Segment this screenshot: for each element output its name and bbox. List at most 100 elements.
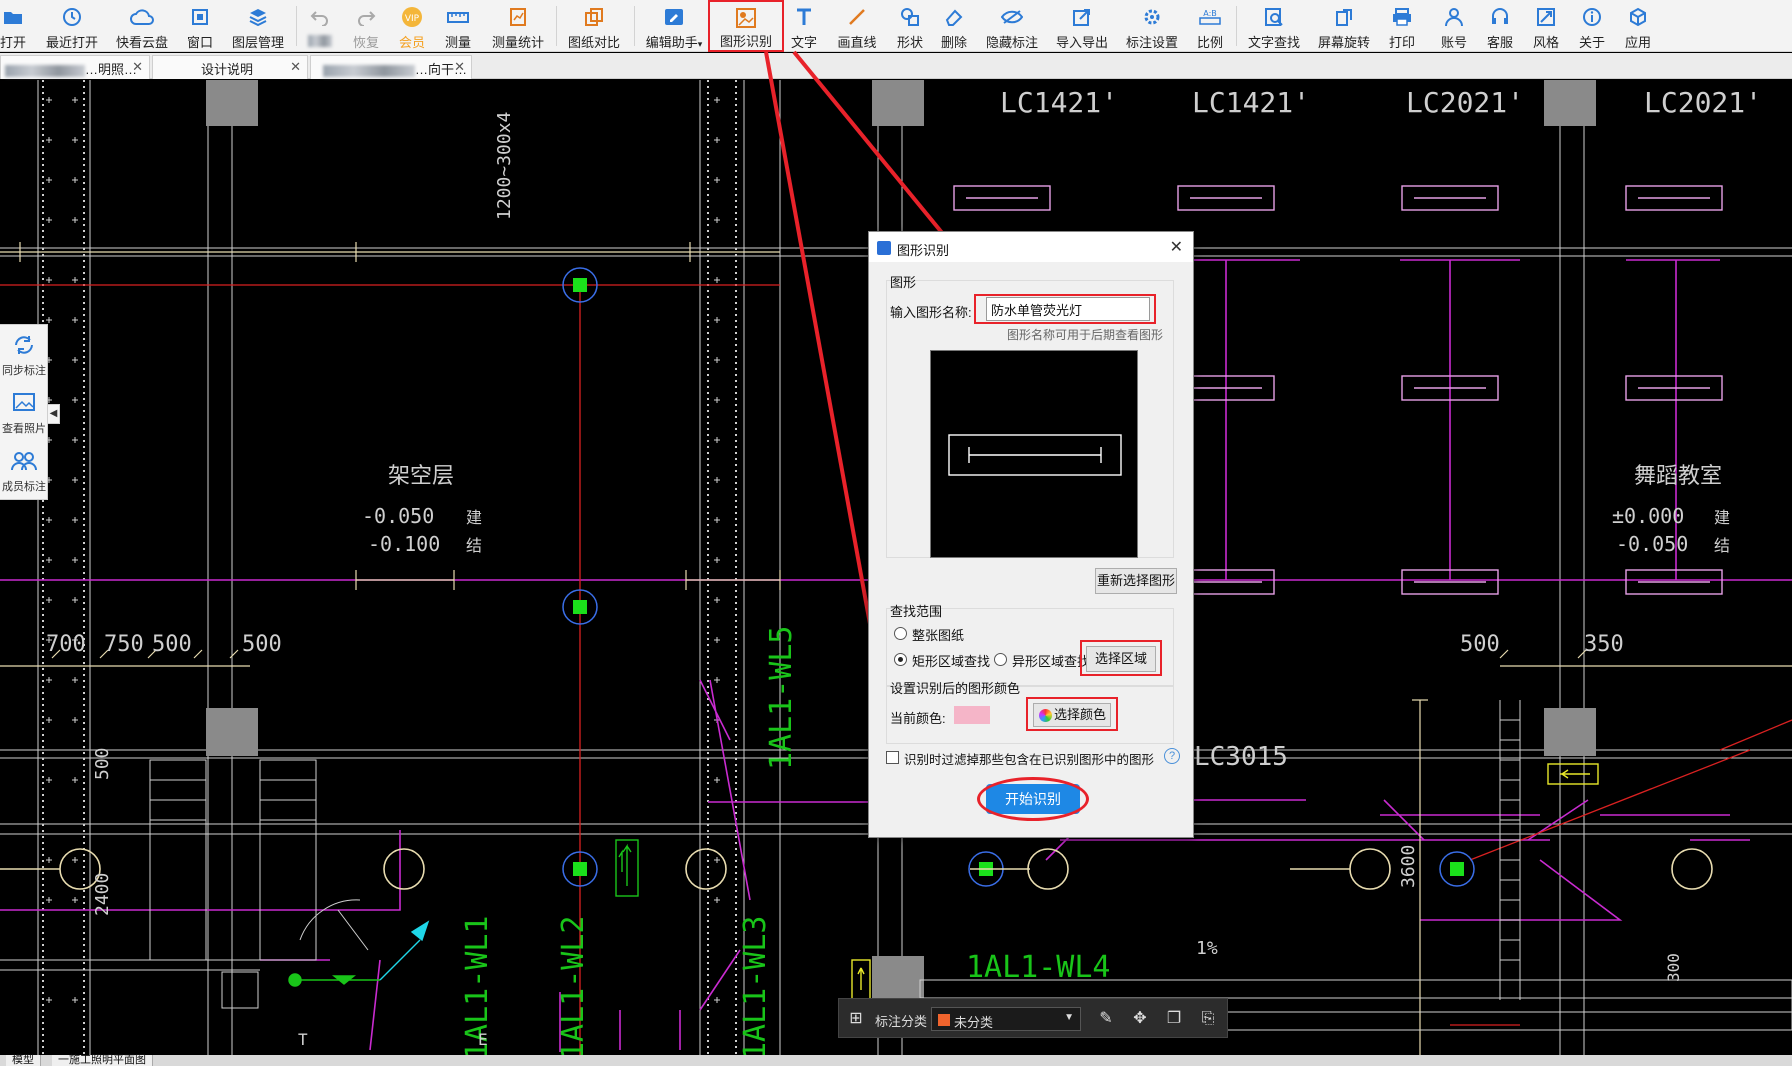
toolbar-text-button[interactable]: 文字 <box>790 0 818 52</box>
tab-drawing-1[interactable]: …明照… ✕ <box>0 55 150 79</box>
toolbar-open-button[interactable]: 打开 <box>0 0 26 52</box>
vip-icon: VIP <box>399 4 425 30</box>
toolbar-scale-button[interactable]: A:B 比例 <box>1196 0 1224 52</box>
toolbar-about-button[interactable]: 关于 <box>1578 0 1606 52</box>
text-search-icon <box>1261 4 1287 30</box>
toolbar-window-button[interactable]: 窗口 <box>186 0 214 52</box>
folder-open-icon <box>0 4 26 30</box>
toolbar-separator <box>1236 6 1237 46</box>
main-toolbar: 打开 最近打开 快看云盘 窗口 图层管理 恢复 VIP 会员 测量 测量统计 图… <box>0 0 1792 52</box>
search-scope-title: 查找范围 <box>890 604 943 619</box>
toolbar-cloud-button[interactable]: 快看云盘 <box>114 0 170 52</box>
cad-elevation-2a: ±0.000 <box>1612 504 1685 528</box>
tab-drawing-3[interactable]: …向干… ✕ <box>310 55 472 79</box>
annotation-settings-icon <box>1139 4 1165 30</box>
dialog-title: 图形识别 <box>897 243 950 258</box>
cad-window-label-lc1: LC1421' <box>1000 86 1119 119</box>
import-export-icon <box>1069 4 1095 30</box>
eraser-icon <box>941 4 967 30</box>
paste-icon[interactable]: ⎘ <box>1197 1008 1219 1030</box>
toolbar-account-button[interactable]: 账号 <box>1440 0 1468 52</box>
tab-model[interactable]: 模型 <box>6 1055 41 1066</box>
cad-circuit-label-wl4: 1AL1-WL4 <box>966 950 1111 985</box>
side-panel-collapse-icon[interactable]: ◀ <box>48 404 60 424</box>
left-side-panel: 同步标注 查看照片 成员标注 <box>0 324 48 500</box>
toolbar-text-search-button[interactable]: 文字查找 <box>1246 0 1302 52</box>
cad-room-label-1: 架空层 <box>388 464 455 489</box>
toolbar-rotate-button[interactable]: 屏幕旋转 <box>1316 0 1372 52</box>
help-icon[interactable]: ? <box>1164 748 1180 764</box>
cad-dim-500b: 500 <box>242 632 282 657</box>
tab-lighting-plan[interactable]: 一施工照明平面图 <box>52 1055 153 1066</box>
cad-circuit-label-wl5: 1AL1-WL5 <box>764 625 799 771</box>
cad-elevation-2b: -0.050 <box>1616 532 1689 556</box>
toolbar-apps-button[interactable]: 应用 <box>1624 0 1652 52</box>
edit-assistant-icon <box>661 4 687 30</box>
toolbar-vip-button[interactable]: VIP 会员 <box>398 0 426 52</box>
annotation-category-label: 标注分类 <box>875 1014 928 1029</box>
toolbar-layers-button[interactable]: 图层管理 <box>230 0 286 52</box>
toolbar-redo-button[interactable]: 恢复 <box>352 0 380 52</box>
layout-tabs-bar: 模型 一施工照明平面图 <box>0 1055 1792 1066</box>
scope-whole-drawing-radio[interactable] <box>894 627 907 640</box>
cad-dimension-1200: 1200~300x4 <box>494 111 515 220</box>
hide-icon <box>999 4 1025 30</box>
app-logo-icon <box>877 241 891 255</box>
reselect-shape-button[interactable]: 重新选择图形 <box>1095 568 1177 594</box>
toolbar-shape-recognition-button[interactable]: 图形识别 <box>708 0 784 52</box>
toolbar-import-export-button[interactable]: 导入导出 <box>1054 0 1110 52</box>
toolbar-recent-button[interactable]: 最近打开 <box>44 0 100 52</box>
toolbar-separator <box>556 6 557 46</box>
view-photos-button[interactable]: 查看照片 <box>0 391 48 436</box>
current-color-label: 当前颜色: <box>890 711 946 726</box>
style-icon <box>1533 4 1559 30</box>
close-icon[interactable]: ✕ <box>1170 237 1183 257</box>
edit-icon[interactable]: ✎ <box>1095 1008 1117 1030</box>
current-color-swatch <box>954 706 990 724</box>
chevron-down-icon: ▼ <box>1064 1012 1074 1023</box>
move-icon[interactable]: ✥ <box>1129 1008 1151 1030</box>
dialog-body: 图形 输入图形名称: 图形名称可用于后期查看图形 重新选择图形 查找范围 整张图… <box>876 268 1186 830</box>
scope-whole-drawing-label: 整张图纸 <box>912 628 965 643</box>
tab-close-icon[interactable]: ✕ <box>132 59 143 75</box>
cad-dim-500a: 500 <box>152 632 192 657</box>
toolbar-compare-button[interactable]: 图纸对比 <box>566 0 622 52</box>
shape-recognition-dialog: 图形识别 ✕ 图形 输入图形名称: 图形名称可用于后期查看图形 重新选择图形 查… <box>868 231 1194 838</box>
shape-name-label: 输入图形名称: <box>890 305 972 320</box>
toolbar-hide-annotation-button[interactable]: 隐藏标注 <box>984 0 1040 52</box>
toolbar-line-button[interactable]: 画直线 <box>836 0 878 52</box>
highlight-name-input <box>974 294 1156 324</box>
cad-elevation-suffix-4: 结 <box>1714 536 1731 555</box>
grid-icon[interactable]: ⊞ <box>845 1008 867 1030</box>
scope-rect-radio[interactable] <box>894 653 907 666</box>
toolbar-delete-button[interactable]: 删除 <box>940 0 968 52</box>
printer-icon <box>1389 4 1415 30</box>
toolbar-annotation-settings-button[interactable]: 标注设置 <box>1124 0 1180 52</box>
layers-icon <box>245 4 271 30</box>
shape-icon <box>897 4 923 30</box>
filter-recognized-checkbox[interactable] <box>886 751 899 764</box>
category-color-swatch <box>938 1014 950 1026</box>
member-annotation-button[interactable]: 成员标注 <box>0 449 48 494</box>
toolbar-undo-button[interactable] <box>306 0 334 52</box>
shape-recognition-icon <box>733 6 759 29</box>
shape-group-title: 图形 <box>890 275 917 290</box>
cad-window-label-lc3: LC2021' <box>1406 86 1525 119</box>
toolbar-measure-stats-button[interactable]: 测量统计 <box>490 0 546 52</box>
highlight-select-area <box>1080 640 1162 676</box>
tab-design-notes[interactable]: 设计说明 ✕ <box>152 55 308 79</box>
annotation-category-select[interactable]: 未分类 ▼ <box>931 1007 1081 1031</box>
tab-close-icon[interactable]: ✕ <box>290 59 301 75</box>
toolbar-style-button[interactable]: 风格 <box>1532 0 1560 52</box>
highlight-start-button <box>977 777 1089 821</box>
toolbar-support-button[interactable]: 客服 <box>1486 0 1514 52</box>
copy-icon[interactable]: ❐ <box>1163 1008 1185 1030</box>
toolbar-print-button[interactable]: 打印 <box>1388 0 1416 52</box>
toolbar-measure-button[interactable]: 测量 <box>444 0 472 52</box>
tab-close-icon[interactable]: ✕ <box>454 59 465 75</box>
sync-annotation-button[interactable]: 同步标注 <box>0 333 48 378</box>
highlight-select-color <box>1026 697 1118 731</box>
toolbar-shape-button[interactable]: 形状 <box>896 0 924 52</box>
scope-irregular-radio[interactable] <box>994 653 1007 666</box>
toolbar-edit-assistant-button[interactable]: 编辑助手▾ <box>644 0 704 52</box>
